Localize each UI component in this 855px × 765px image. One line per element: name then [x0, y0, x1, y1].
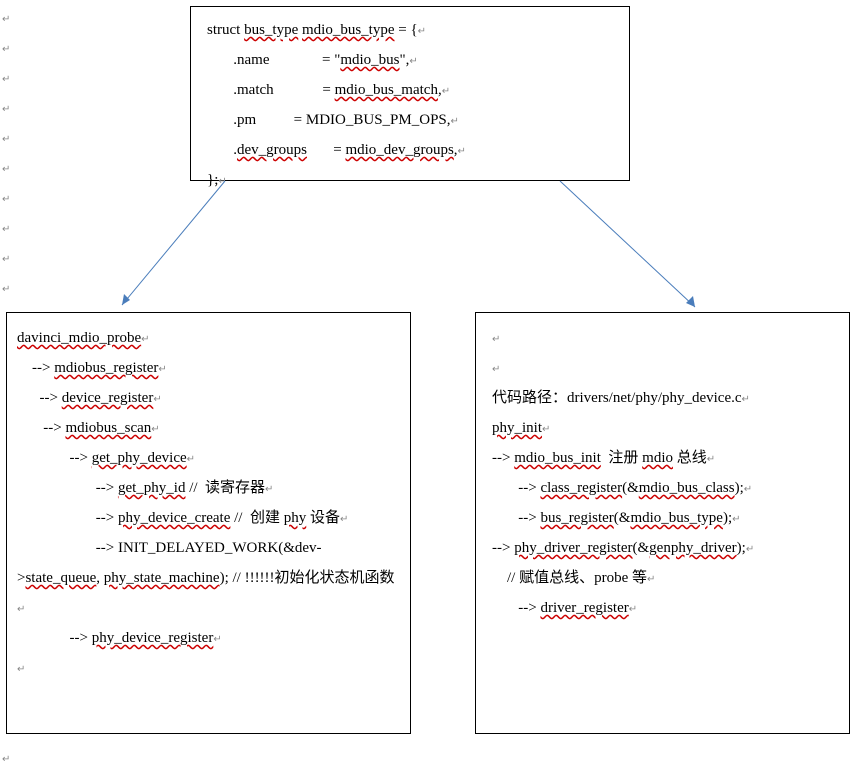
code-line: --> phy_device_register↵	[17, 623, 400, 653]
paragraph-mark: ↵	[2, 134, 10, 145]
paragraph-mark: ↵	[2, 194, 10, 205]
code-line: --> mdiobus_scan↵	[17, 413, 400, 443]
code-line: .name = "mdio_bus",↵	[207, 45, 613, 75]
code-line: .pm = MDIO_BUS_PM_OPS,↵	[207, 105, 613, 135]
struct-definition-box: struct bus_type mdio_bus_type = {↵ .name…	[190, 6, 630, 181]
empty-line: ↵	[492, 323, 833, 353]
paragraph-mark: ↵	[2, 164, 10, 175]
code-line: --> driver_register↵	[492, 593, 833, 623]
code-line: .dev_groups = mdio_dev_groups,↵	[207, 135, 613, 165]
code-line: 代码路径：drivers/net/phy/phy_device.c↵	[492, 383, 833, 413]
paragraph-mark: ↵	[2, 44, 10, 55]
code-line: --> phy_device_create // 创建 phy 设备↵	[17, 503, 400, 533]
phy-init-box: ↵ ↵ 代码路径：drivers/net/phy/phy_device.c↵ p…	[475, 312, 850, 734]
paragraph-mark: ↵	[2, 224, 10, 235]
code-line: };↵	[207, 165, 613, 195]
code-line: --> class_register(&mdio_bus_class);↵	[492, 473, 833, 503]
code-line: davinci_mdio_probe↵	[17, 323, 400, 353]
code-line: .match = mdio_bus_match,↵	[207, 75, 613, 105]
empty-line: ↵	[17, 653, 400, 683]
code-line: --> get_phy_id // 读寄存器↵	[17, 473, 400, 503]
code-line: // 赋值总线、probe 等↵	[492, 563, 833, 593]
davinci-mdio-probe-box: davinci_mdio_probe↵ --> mdiobus_register…	[6, 312, 411, 734]
paragraph-mark: ↵	[2, 254, 10, 265]
code-line: --> INIT_DELAYED_WORK(&dev->state_queue,…	[17, 533, 400, 623]
paragraph-mark: ↵	[2, 754, 10, 765]
code-line: struct bus_type mdio_bus_type = {↵	[207, 15, 613, 45]
paragraph-mark: ↵	[2, 284, 10, 295]
code-line: --> mdiobus_register↵	[17, 353, 400, 383]
code-line: --> bus_register(&mdio_bus_type);↵	[492, 503, 833, 533]
paragraph-mark: ↵	[2, 104, 10, 115]
paragraph-mark: ↵	[2, 74, 10, 85]
empty-line: ↵	[492, 353, 833, 383]
paragraph-mark: ↵	[2, 14, 10, 25]
code-line: --> mdio_bus_init 注册 mdio 总线↵	[492, 443, 833, 473]
code-line: --> device_register↵	[17, 383, 400, 413]
code-line: --> phy_driver_register(&genphy_driver);…	[492, 533, 833, 563]
code-line: phy_init↵	[492, 413, 833, 443]
code-line: --> get_phy_device↵	[17, 443, 400, 473]
